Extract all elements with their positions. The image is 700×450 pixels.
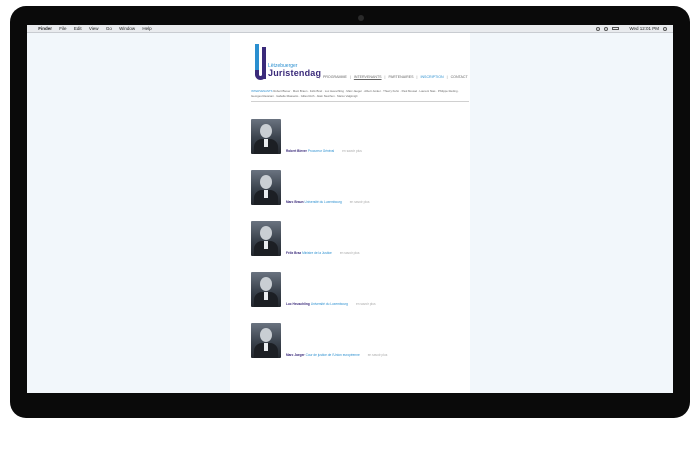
status-area: Wed 12:01 PM [596,25,667,32]
screen: Finder File Edit View Go Window Help Wed… [27,25,673,393]
logo-text-bottom: Juristendag [268,68,322,78]
speaker-org: Procureur Général [307,149,335,153]
menubar: Finder File Edit View Go Window Help Wed… [27,25,673,33]
speaker-name[interactable]: Robert Biever [286,149,307,153]
menu-help[interactable]: Help [142,25,151,32]
clock[interactable]: Wed 12:01 PM [629,25,659,32]
divider [251,101,469,102]
speaker-name[interactable]: Félix Braz [286,251,301,255]
speaker-name[interactable]: Marc Braun [286,200,304,204]
sync-icon[interactable] [596,26,601,31]
speaker-org: Cour de justice de l'Union européenne [305,353,360,357]
speaker-photo[interactable] [251,221,281,256]
speaker-name[interactable]: Marc Jaeger [286,353,305,357]
speaker-card: Luc HeuschlingUniversité du Luxembourg en… [251,272,466,312]
speaker-card: Marc BraunUniversité du Luxembourg en sav… [251,170,466,210]
more-link[interactable]: en savoir plus [368,353,388,357]
main-nav: | PROGRAMME | INTERVENANTS | PARTENAIRES… [319,75,470,79]
wifi-icon[interactable] [604,26,609,31]
subnav-title[interactable]: INTERVENANTS [251,89,273,93]
battery-icon[interactable] [612,26,620,31]
camera-icon [358,15,364,21]
speaker-card: Félix BrazMinistre de la Justice en savoi… [251,221,466,261]
subnav-links[interactable]: Robert Biever · Marc Braun · Félix Braz … [251,89,459,98]
search-icon[interactable] [663,26,667,31]
nav-programme[interactable]: PROGRAMME [321,75,349,79]
speaker-org: Université du Luxembourg [304,200,342,204]
menu-view[interactable]: View [89,25,99,32]
speaker-org: Ministre de la Justice [302,251,332,255]
speaker-photo[interactable] [251,170,281,205]
speaker-card: Robert BieverProcureur Général en savoir … [251,119,466,159]
website-page: Lëtzebuerger Juristendag | PROGRAMME | I… [230,33,470,393]
nav-partenaires[interactable]: PARTENAIRES [386,75,415,79]
more-link[interactable]: en savoir plus [342,149,362,153]
menu-file[interactable]: File [59,25,66,32]
menu-window[interactable]: Window [119,25,135,32]
speaker-subnav: INTERVENANTS Robert Biever · Marc Braun … [251,89,466,99]
speaker-photo[interactable] [251,323,281,358]
speaker-photo[interactable] [251,272,281,307]
more-link[interactable]: en savoir plus [350,200,370,204]
speaker-photo[interactable] [251,119,281,154]
menu-app[interactable]: Finder [38,25,52,32]
nav-intervenants[interactable]: INTERVENANTS [352,75,384,79]
menu-edit[interactable]: Edit [74,25,82,32]
nav-contact[interactable]: CONTACT [449,75,470,79]
nav-inscription[interactable]: INSCRIPTION [418,75,445,79]
speaker-org: Université du Luxembourg [310,302,348,306]
menu-go[interactable]: Go [106,25,112,32]
more-link[interactable]: en savoir plus [356,302,376,306]
more-link[interactable]: en savoir plus [340,251,360,255]
speaker-card: Marc JaegerCour de justice de l'Union eu… [251,323,466,363]
speaker-name[interactable]: Luc Heuschling [286,302,310,306]
